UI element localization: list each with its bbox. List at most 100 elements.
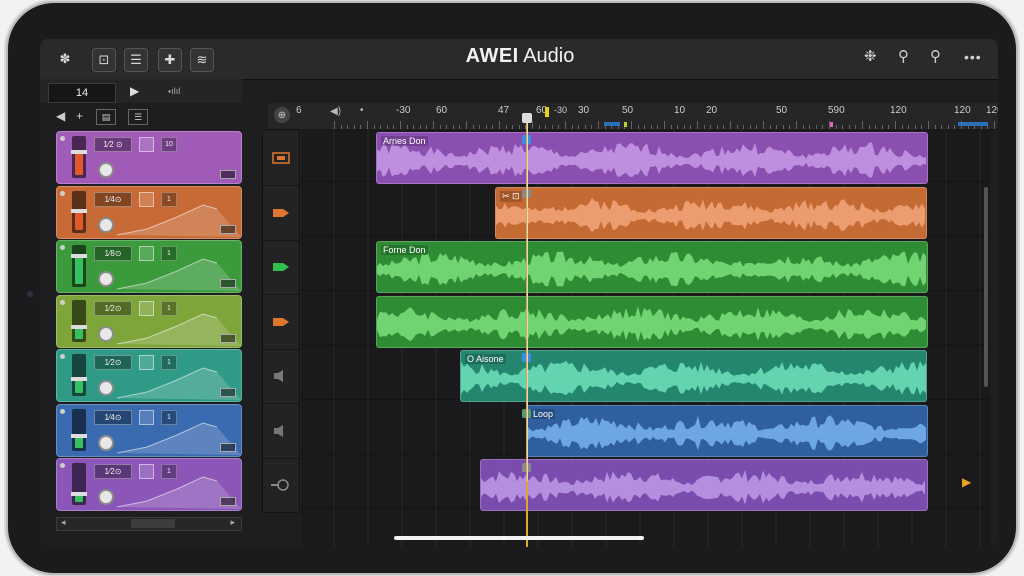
ruler-label: 50: [776, 105, 788, 116]
expand-icon[interactable]: [220, 279, 236, 288]
send-icon[interactable]: [271, 478, 291, 492]
fader-knob[interactable]: [71, 208, 87, 213]
expand-icon[interactable]: [220, 333, 236, 343]
loop-marker[interactable]: [604, 122, 620, 126]
pan-icon[interactable]: [271, 206, 291, 220]
speaker-icon[interactable]: ◀): [330, 106, 341, 117]
ruler-tick: [796, 121, 797, 129]
pan-knob[interactable]: [98, 434, 114, 451]
view-toggle-1[interactable]: ▤: [96, 109, 116, 125]
expand-icon[interactable]: [220, 497, 236, 506]
fader-knob[interactable]: [71, 433, 87, 438]
track-control-cell[interactable]: [263, 404, 299, 459]
add-track-button[interactable]: +: [76, 109, 83, 123]
back-button[interactable]: ◀: [56, 109, 65, 123]
ruler-label: 20: [706, 105, 718, 116]
track-header[interactable]: 1⁄8⊙ 1: [56, 240, 242, 293]
track-header[interactable]: 1⁄2 ⊙ 10: [56, 131, 242, 184]
input-icon[interactable]: [271, 315, 291, 329]
pan-knob[interactable]: [98, 271, 114, 287]
level-meter: [75, 211, 83, 230]
expand-icon[interactable]: [220, 442, 236, 452]
track-control-cell[interactable]: [263, 458, 299, 513]
effects-icon[interactable]: ❉: [864, 47, 877, 65]
fader-knob[interactable]: [71, 492, 87, 496]
vertical-scrollbar[interactable]: [984, 187, 988, 387]
track-control-cell[interactable]: [263, 240, 299, 295]
header-scrollbar[interactable]: ◂ ▸: [56, 517, 242, 531]
track-header[interactable]: 1⁄2⊙ 1: [56, 349, 242, 402]
fader-knob[interactable]: [71, 377, 87, 381]
play-button[interactable]: ▶: [130, 84, 139, 98]
pan-knob[interactable]: [98, 216, 114, 233]
speaker-icon[interactable]: [271, 369, 291, 383]
ruler-marker: -30: [554, 105, 568, 115]
track-control-cell[interactable]: [263, 349, 299, 404]
scroll-right-icon[interactable]: ▸: [230, 517, 235, 528]
pan-knob[interactable]: [98, 380, 114, 396]
track-fader[interactable]: [71, 190, 87, 233]
track-header[interactable]: 1⁄2⊙ 1: [56, 458, 242, 511]
more-icon[interactable]: •••: [964, 49, 982, 65]
pan-knob[interactable]: [98, 325, 114, 342]
audio-region[interactable]: ✂ ⊡: [495, 186, 927, 239]
timeline-ruler[interactable]: ⊕ 6 ◀) • -306047603050102050590120120120…: [268, 103, 998, 130]
rec-icon[interactable]: [271, 151, 291, 165]
track-header[interactable]: 1⁄2⊙ 1: [56, 294, 242, 348]
speaker-icon[interactable]: [271, 424, 291, 438]
track-fader[interactable]: [71, 408, 87, 451]
expand-icon[interactable]: [220, 388, 236, 397]
scroll-left-icon[interactable]: ◂: [61, 517, 66, 528]
scroll-thumb[interactable]: [131, 519, 175, 528]
audio-region[interactable]: Arnes Don: [376, 132, 928, 184]
start-marker-icon[interactable]: [545, 107, 549, 117]
play-marker-icon[interactable]: ▶: [962, 475, 971, 489]
list-icon[interactable]: ☰: [124, 48, 148, 72]
ruler-label: 60: [436, 105, 448, 116]
audio-region[interactable]: [376, 295, 928, 348]
track-header[interactable]: 1⁄4⊙ 1: [56, 403, 242, 457]
audio-region[interactable]: Forne Don: [376, 241, 928, 293]
fader-knob[interactable]: [71, 150, 87, 154]
level-meter: [75, 257, 83, 284]
app-title-rest: Audio: [518, 45, 575, 67]
track-fader[interactable]: [71, 245, 87, 287]
track-control-cell[interactable]: [263, 131, 299, 186]
waveform: [481, 469, 925, 505]
pen-icon[interactable]: ≋: [190, 48, 214, 72]
track-fader[interactable]: [71, 354, 87, 396]
audio-region[interactable]: [480, 459, 928, 511]
expand-icon[interactable]: [220, 170, 236, 179]
track-led-icon: [60, 136, 65, 141]
fader-knob[interactable]: [71, 324, 87, 329]
loop-end-marker[interactable]: [958, 122, 988, 126]
app-title-bold: AWEI: [465, 45, 519, 67]
led-icon[interactable]: [271, 260, 291, 274]
metronome-controls[interactable]: ⬩ılıl: [168, 86, 180, 97]
fader-knob[interactable]: [71, 254, 87, 258]
mixer-icon[interactable]: ✽: [54, 48, 76, 70]
ruler-tick: [400, 121, 401, 129]
ruler-label: 30: [578, 105, 590, 116]
audio-region[interactable]: Loop: [526, 404, 928, 457]
track-fader[interactable]: [71, 299, 87, 342]
home-indicator[interactable]: [394, 536, 644, 540]
loop-icon[interactable]: ⊡: [92, 48, 116, 72]
ruler-tick: [895, 121, 896, 129]
mute-button[interactable]: [139, 137, 154, 152]
view-toggle-2[interactable]: ☰: [128, 109, 148, 125]
track-fader[interactable]: [71, 463, 87, 505]
pan-knob[interactable]: [98, 489, 114, 505]
pan-knob[interactable]: [98, 162, 114, 178]
zoom-icon[interactable]: ⚲: [930, 47, 941, 65]
bar-counter[interactable]: 14: [48, 83, 116, 103]
snap-icon[interactable]: ⊕: [274, 107, 290, 123]
expand-icon[interactable]: [220, 224, 236, 234]
tuning-icon[interactable]: ✚: [158, 48, 182, 72]
track-fader[interactable]: [71, 136, 87, 178]
track-control-cell[interactable]: [263, 295, 299, 350]
track-header[interactable]: 1⁄4⊙ 1: [56, 185, 242, 239]
playhead-handle[interactable]: [522, 113, 532, 123]
search-icon[interactable]: ⚲: [898, 47, 909, 65]
track-control-cell[interactable]: [263, 186, 299, 241]
